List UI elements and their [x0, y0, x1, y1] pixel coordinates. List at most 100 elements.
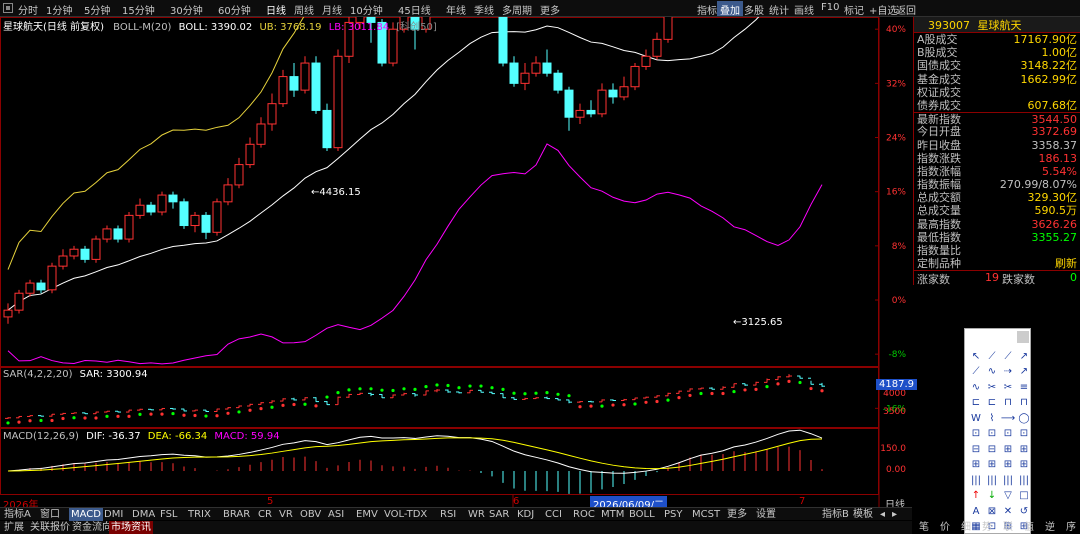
draw-tool-icon[interactable]: ⊡ [985, 427, 999, 441]
draw-tool-icon[interactable]: ⟋ [1001, 349, 1015, 363]
toolbar-button-1[interactable]: 叠加 [717, 1, 743, 17]
indicator-tab-1[interactable]: 窗口 [40, 508, 60, 521]
period-tab-13[interactable]: 多周期 [502, 2, 532, 17]
toolbar-button-4[interactable]: 画线 [791, 1, 817, 17]
right-tab-7[interactable]: 序 [1066, 521, 1076, 534]
indicator-b-tab-0[interactable]: 指标B [822, 508, 849, 521]
draw-tool-icon[interactable]: ⇢ [1001, 365, 1015, 379]
indicator-tab-2[interactable]: MACD [69, 508, 103, 521]
indicator-tab-14[interactable]: RSI [440, 508, 456, 521]
indicator-tab-10[interactable]: OBV [300, 508, 321, 521]
period-tab-0[interactable]: 分时 [18, 2, 38, 17]
indicator-tab-11[interactable]: ASI [328, 508, 344, 521]
indicator-tab-25[interactable]: 设置 [756, 508, 776, 521]
draw-tool-icon[interactable]: ||| [1017, 473, 1031, 487]
indicator-b-tab-1[interactable]: 模板 [853, 508, 873, 521]
draw-tool-icon[interactable]: ⊞ [1001, 458, 1015, 472]
extension-tab-3[interactable]: 市场资讯 [109, 521, 153, 534]
period-tab-1[interactable]: 1分钟 [46, 2, 72, 17]
draw-tool-icon[interactable]: ⊏ [969, 396, 983, 410]
scroll-left-icon[interactable]: ◂ [880, 508, 885, 521]
draw-tool-icon[interactable]: W [969, 411, 983, 425]
toolbar-button-5[interactable]: F10 [818, 1, 842, 16]
draw-tool-icon[interactable]: ⊞ [969, 458, 983, 472]
indicator-tab-24[interactable]: 更多 [727, 508, 747, 521]
period-tab-3[interactable]: 15分钟 [122, 2, 155, 17]
draw-tool-icon[interactable]: ⟶ [1001, 411, 1015, 425]
indicator-tab-21[interactable]: BOLL [629, 508, 655, 521]
period-tab-5[interactable]: 60分钟 [218, 2, 251, 17]
indicator-tab-18[interactable]: CCI [545, 508, 562, 521]
draw-tool-icon[interactable]: A [969, 504, 983, 518]
indicator-tab-4[interactable]: DMA [132, 508, 155, 521]
toolbar-button-3[interactable]: 统计 [766, 1, 792, 17]
draw-tool-icon[interactable]: ↓ [985, 489, 999, 503]
right-tab-4[interactable]: 联 [1003, 521, 1013, 534]
right-tab-3[interactable]: 势 [982, 521, 992, 534]
toolbar-button-6[interactable]: 标记 [841, 1, 867, 17]
indicator-tab-12[interactable]: EMV [356, 508, 378, 521]
draw-tool-icon[interactable]: ∿ [985, 365, 999, 379]
draw-tool-icon[interactable]: ⊞ [985, 458, 999, 472]
draw-tool-icon[interactable]: ✂ [1001, 380, 1015, 394]
draw-tool-icon[interactable]: ⊡ [1017, 427, 1031, 441]
draw-tool-icon[interactable]: ◯ [1017, 411, 1031, 425]
indicator-tab-15[interactable]: WR [468, 508, 485, 521]
scroll-right-icon[interactable]: ▸ [892, 508, 897, 521]
extension-tab-0[interactable]: 扩展 [4, 521, 24, 534]
right-tab-2[interactable]: 细 [961, 521, 971, 534]
period-tab-14[interactable]: 更多 [540, 2, 560, 17]
indicator-tab-8[interactable]: CR [258, 508, 272, 521]
draw-tool-icon[interactable]: ⊠ [985, 504, 999, 518]
draw-tool-icon[interactable]: ∿ [969, 380, 983, 394]
draw-tool-icon[interactable]: ↗ [1017, 349, 1031, 363]
indicator-tab-20[interactable]: MTM [601, 508, 624, 521]
info-row-value[interactable]: 刷新 [1055, 257, 1077, 270]
indicator-tab-23[interactable]: MCST [692, 508, 720, 521]
extension-tab-1[interactable]: 关联报价 [30, 521, 70, 534]
draw-tool-icon[interactable]: ⊞ [1017, 458, 1031, 472]
period-tab-2[interactable]: 5分钟 [84, 2, 110, 17]
draw-tool-icon[interactable]: ⊓ [1017, 396, 1031, 410]
indicator-tab-6[interactable]: TRIX [188, 508, 211, 521]
right-tab-5[interactable]: 值 [1024, 521, 1034, 534]
right-tab-1[interactable]: 价 [940, 521, 950, 534]
indicator-tab-19[interactable]: ROC [573, 508, 595, 521]
indicator-tab-7[interactable]: BRAR [223, 508, 250, 521]
draw-tool-icon[interactable]: ||| [1001, 473, 1015, 487]
draw-tool-icon[interactable]: ↺ [1017, 504, 1031, 518]
indicator-tab-17[interactable]: KDJ [517, 508, 534, 521]
draw-tool-icon[interactable]: ⟋ [985, 349, 999, 363]
right-tab-0[interactable]: 笔 [919, 521, 929, 534]
indicator-tab-13[interactable]: VOL-TDX [384, 508, 427, 521]
draw-tool-icon[interactable]: ⊡ [1001, 427, 1015, 441]
draw-tool-icon[interactable]: ✕ [1001, 504, 1015, 518]
period-tab-4[interactable]: 30分钟 [170, 2, 203, 17]
draw-tool-icon[interactable]: ⌇ [985, 411, 999, 425]
drawing-tool-palette[interactable]: ↖ ⟋ ⟋ ↗ ⟋ ∿ ⇢ ↗ ∿ ✂ ✂ ≡ ⊏ ⊏ ⊓ ⊓ W ⌇ ⟶ ◯ ⊡ ⊡ ⊡ ⊡ ⊟ ⊟ ⊞ ⊞ ⊞ ⊞ ⊞ ⊞ ||| ||| ||… [964, 328, 1031, 534]
period-tab-7[interactable]: 周线 [294, 2, 314, 17]
period-tab-8[interactable]: 月线 [322, 2, 342, 17]
indicator-tab-9[interactable]: VR [279, 508, 293, 521]
draw-tool-icon[interactable]: ↑ [969, 489, 983, 503]
right-tab-6[interactable]: 逆 [1045, 521, 1055, 534]
period-tab-11[interactable]: 年线 [446, 2, 466, 17]
draw-tool-icon[interactable]: ▽ [1001, 489, 1015, 503]
draw-tool-icon[interactable]: ⊞ [1017, 442, 1031, 456]
draw-tool-icon[interactable]: ⟋ [969, 365, 983, 379]
indicator-tab-3[interactable]: DMI [104, 508, 123, 521]
kline-chart-area[interactable]: 72%64%56%48%40%32%24%16%8%0%-8%-16%40003… [0, 17, 917, 511]
indicator-tab-22[interactable]: PSY [664, 508, 683, 521]
period-tab-12[interactable]: 季线 [474, 2, 494, 17]
draw-tool-icon[interactable]: ⊏ [985, 396, 999, 410]
toolbar-button-2[interactable]: 多股 [741, 1, 767, 17]
extension-tab-2[interactable]: 资金流向 [72, 521, 112, 534]
draw-tool-icon[interactable]: ⊟ [985, 442, 999, 456]
period-tab-9[interactable]: 10分钟 [350, 2, 383, 17]
period-tab-10[interactable]: 45日线 [398, 2, 431, 17]
indicator-tab-0[interactable]: 指标A [4, 508, 31, 521]
draw-tool-icon[interactable]: ⊡ [969, 427, 983, 441]
period-tab-6[interactable]: 日线 [266, 2, 286, 17]
menu-icon[interactable] [3, 3, 13, 13]
palette-close-button[interactable] [1017, 331, 1029, 343]
